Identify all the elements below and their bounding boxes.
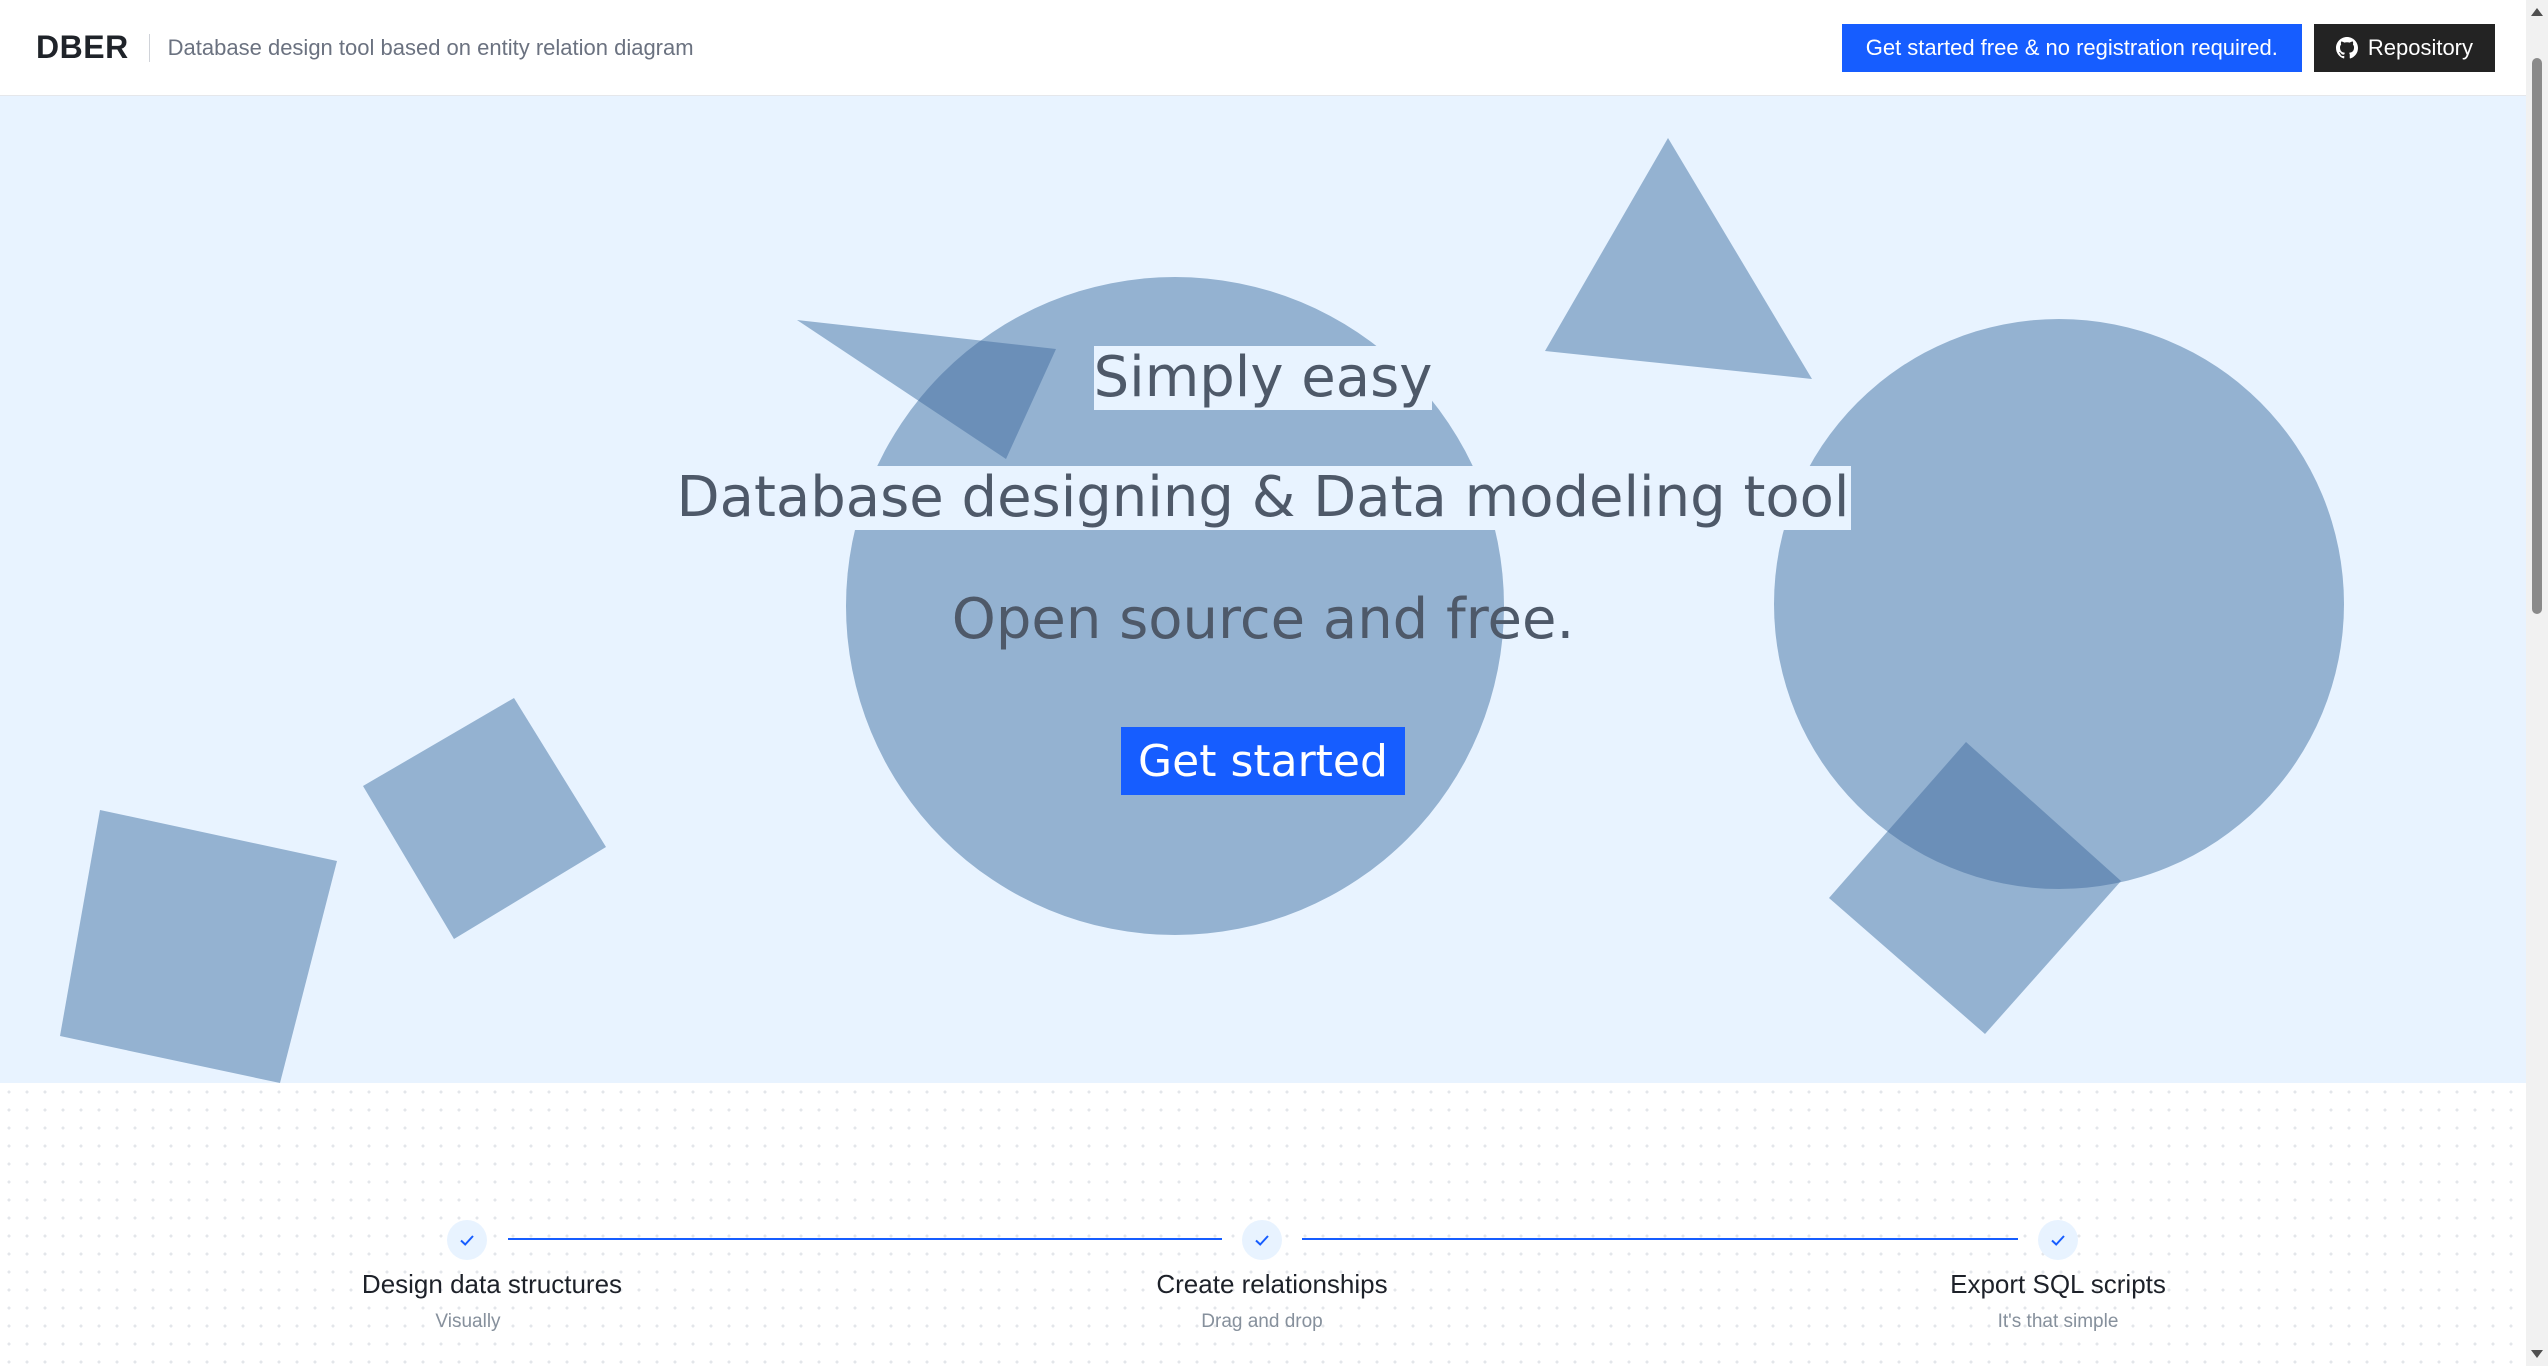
step-1-subtitle: Visually xyxy=(435,1311,501,1332)
tagline: Database design tool based on entity rel… xyxy=(167,34,694,60)
brand-logo[interactable]: DBER xyxy=(36,29,129,66)
hero-headline-3-text: Open source and free. xyxy=(951,587,1575,652)
step-connector-2 xyxy=(1302,1238,2018,1240)
step-connector-1 xyxy=(508,1238,1222,1240)
github-icon xyxy=(2335,37,2358,59)
page-scrollbar[interactable] xyxy=(2526,0,2548,1366)
hero-headline-1: Simply easy xyxy=(0,346,2526,410)
step-3-subtitle: It's that simple xyxy=(1997,1311,2119,1332)
hero-headline-3: Open source and free. xyxy=(0,586,2526,654)
top-triangle-shape xyxy=(1545,138,1812,379)
features-section: Design data structures Visually Create r… xyxy=(0,1083,2526,1366)
hero-headline-2: Database designing & Data modeling tool xyxy=(0,466,2526,530)
page: DBER Database design tool based on entit… xyxy=(0,0,2548,1366)
step-3-check-icon xyxy=(2038,1220,2078,1260)
step-1-title: Design data structures xyxy=(361,1269,623,1299)
repository-button[interactable]: Repository xyxy=(2313,24,2495,72)
step-2-check-icon xyxy=(1242,1220,1282,1260)
get-started-free-label: Get started free & no registration requi… xyxy=(1865,35,2278,60)
left-diamond-shape xyxy=(363,698,606,939)
brand-divider xyxy=(148,33,150,62)
scroll-up-arrow-icon[interactable] xyxy=(2531,8,2543,16)
left-square-shape xyxy=(60,810,337,1083)
hero-headline-1-text: Simply easy xyxy=(1093,345,1433,410)
repository-label: Repository xyxy=(2367,35,2473,60)
hero-headline-2-text: Database designing & Data modeling tool xyxy=(674,465,1852,530)
step-3-title: Export SQL scripts xyxy=(1950,1269,2166,1299)
scroll-down-arrow-icon[interactable] xyxy=(2531,1350,2543,1358)
step-1-check-icon xyxy=(447,1220,487,1260)
top-nav: DBER Database design tool based on entit… xyxy=(0,0,2526,96)
scroll-thumb[interactable] xyxy=(2532,58,2542,614)
hero-section: Simply easy Database designing & Data mo… xyxy=(0,96,2526,1083)
step-2-title: Create relationships xyxy=(1156,1269,1388,1299)
hero-get-started-button[interactable]: Get started xyxy=(1121,727,1405,795)
get-started-free-button[interactable]: Get started free & no registration requi… xyxy=(1841,24,2302,72)
header-actions: Get started free & no registration requi… xyxy=(1841,24,2495,72)
step-2-subtitle: Drag and drop xyxy=(1201,1311,1323,1332)
